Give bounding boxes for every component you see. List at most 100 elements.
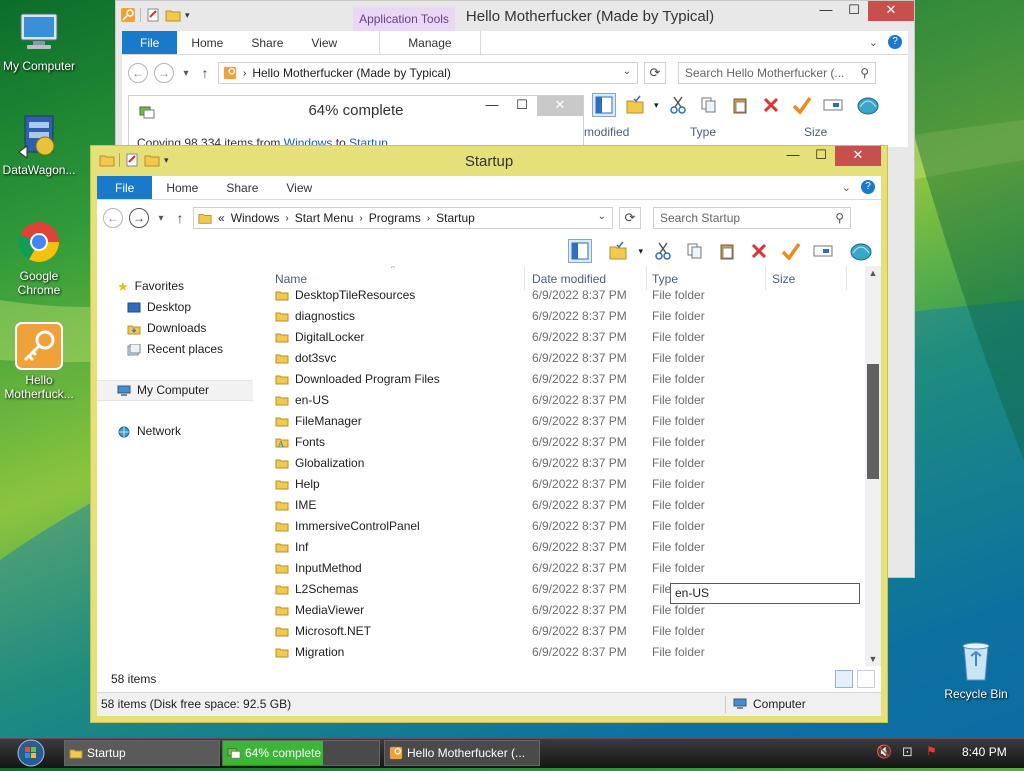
desktop-icon-hello-app[interactable]: Hello Motherfuck...	[0, 322, 78, 401]
volume-muted-icon[interactable]: 🔇	[876, 744, 892, 760]
help-icon[interactable]: ?	[861, 180, 875, 194]
scroll-down-icon[interactable]: ▼	[865, 654, 881, 664]
network-alert-icon[interactable]: ⊡	[902, 744, 913, 760]
maximize-button[interactable]: ☐	[807, 146, 835, 166]
table-row[interactable]: Inf 6/9/2022 8:37 PM File folder	[269, 537, 865, 558]
cut-icon[interactable]	[666, 93, 690, 117]
maximize-button[interactable]: ☐	[840, 1, 868, 21]
start-button[interactable]	[12, 738, 50, 768]
taskbar-button-hello[interactable]: Hello Motherfucker (...	[384, 740, 540, 766]
breadcrumb-startup[interactable]: Startup	[436, 211, 475, 225]
large-icons-view-button[interactable]	[857, 670, 875, 688]
up-button[interactable]: ↑	[198, 65, 212, 81]
breadcrumb-programs[interactable]: Programs	[369, 211, 421, 225]
select-icon[interactable]	[623, 93, 647, 117]
nav-desktop[interactable]: Desktop	[97, 297, 259, 318]
table-row[interactable]: DesktopTileResources 6/9/2022 8:37 PM File…	[269, 285, 865, 306]
tab-file[interactable]: File	[122, 31, 178, 54]
chevron-down-icon[interactable]: ▾	[638, 246, 643, 257]
preview-pane-icon[interactable]	[592, 93, 616, 117]
table-row[interactable]: Globalization 6/9/2022 8:37 PM File folder	[269, 453, 865, 474]
action-center-icon[interactable]: ⚑	[926, 744, 937, 758]
minimize-button[interactable]: —	[477, 96, 507, 116]
copy-icon[interactable]	[683, 239, 707, 263]
table-row[interactable]: en-US 6/9/2022 8:37 PM File folder	[269, 390, 865, 411]
chevron-down-icon[interactable]: ▾	[185, 10, 190, 21]
column-header-size[interactable]: Size	[804, 125, 827, 139]
paste-icon[interactable]	[715, 239, 739, 263]
vertical-scrollbar[interactable]: ▲ ▼	[865, 266, 881, 666]
chevron-down-icon[interactable]: ▾	[654, 100, 659, 111]
close-button[interactable]: ✕	[537, 96, 583, 116]
address-dropdown-icon[interactable]: ⌄	[623, 66, 631, 77]
tab-home[interactable]: Home	[152, 176, 212, 199]
forward-button[interactable]: →	[154, 63, 174, 83]
taskbar-button-progress[interactable]: 64% complete	[222, 740, 380, 766]
checkmark-icon[interactable]	[790, 93, 814, 117]
nav-downloads[interactable]: Downloads	[97, 318, 259, 339]
tab-view[interactable]: View	[272, 176, 326, 199]
help-icon[interactable]: ?	[888, 35, 902, 49]
column-header-date[interactable]: Date modified	[532, 272, 606, 286]
tab-home[interactable]: Home	[177, 31, 237, 54]
delete-icon[interactable]	[747, 239, 771, 263]
rename-icon[interactable]	[811, 239, 835, 263]
recent-locations-icon[interactable]: ▾	[155, 213, 167, 224]
table-row[interactable]: Downloaded Program Files 6/9/2022 8:37 PM…	[269, 369, 865, 390]
table-row[interactable]: Migration 6/9/2022 8:37 PM File folder	[269, 642, 865, 663]
refresh-button[interactable]: ⟳	[619, 207, 641, 229]
scrollbar-thumb[interactable]	[867, 364, 879, 479]
up-button[interactable]: ↑	[173, 210, 187, 226]
column-header-type[interactable]: Type	[652, 272, 678, 286]
rename-icon[interactable]	[821, 93, 845, 117]
breadcrumb-separator-icon[interactable]: ›	[285, 213, 288, 224]
table-row[interactable]: ImmersiveControlPanel 6/9/2022 8:37 PM Fil…	[269, 516, 865, 537]
nav-network[interactable]: Network	[97, 421, 259, 442]
shell-icon[interactable]	[856, 93, 880, 117]
taskbar-button-startup[interactable]: Startup	[64, 740, 220, 766]
checkmark-icon[interactable]	[779, 239, 803, 263]
expand-ribbon-icon[interactable]: ⌄	[842, 181, 851, 194]
table-row[interactable]: IME 6/9/2022 8:37 PM File folder	[269, 495, 865, 516]
address-dropdown-icon[interactable]: ⌄	[598, 211, 606, 222]
breadcrumb-windows[interactable]: Windows	[231, 211, 280, 225]
forward-button[interactable]: →	[129, 208, 149, 228]
desktop-icon-my-computer[interactable]: My Computer	[0, 8, 78, 73]
refresh-button[interactable]: ⟳	[644, 62, 666, 84]
expand-ribbon-icon[interactable]: ⌄	[869, 36, 878, 49]
maximize-button[interactable]: ☐	[507, 96, 537, 116]
address-bar[interactable]: « Windows › Start Menu › Programs › Star…	[193, 207, 613, 229]
shell-icon[interactable]	[849, 239, 873, 263]
nav-my-computer[interactable]: My Computer	[97, 380, 253, 401]
table-row[interactable]: Microsoft.NET 6/9/2022 8:37 PM File folder	[269, 621, 865, 642]
copy-icon[interactable]	[697, 93, 721, 117]
clock[interactable]: 8:40 PM	[962, 745, 1007, 759]
title-bar[interactable]: ▾ Hello Motherfucker (Made by Typical) —…	[116, 1, 914, 31]
nav-recent-places[interactable]: Recent places	[97, 339, 259, 360]
explorer-window-startup[interactable]: ▾ Startup — ☐ ✕ File Home Share View ⌄ ?…	[90, 145, 888, 723]
table-row[interactable]: DigitalLocker 6/9/2022 8:37 PM File folder	[269, 327, 865, 348]
tab-view[interactable]: View	[297, 31, 351, 54]
minimize-button[interactable]: —	[812, 1, 840, 21]
column-header-modified[interactable]: modified	[584, 125, 629, 139]
minimize-button[interactable]: —	[779, 146, 807, 166]
column-header-type[interactable]: Type	[690, 125, 716, 139]
tab-manage[interactable]: Manage	[379, 31, 481, 54]
desktop-icon-datawagon[interactable]: DataWagon...	[0, 112, 78, 177]
search-input[interactable]: Search Startup ⚲	[653, 207, 851, 229]
tab-share[interactable]: Share	[212, 176, 272, 199]
table-row[interactable]: A Fonts 6/9/2022 8:37 PM File folder	[269, 432, 865, 453]
select-icon[interactable]	[606, 239, 630, 263]
breadcrumb-overflow[interactable]: «	[218, 211, 225, 225]
cut-icon[interactable]	[651, 239, 675, 263]
table-row[interactable]: FileManager 6/9/2022 8:37 PM File folder	[269, 411, 865, 432]
scroll-up-icon[interactable]: ▲	[865, 268, 881, 278]
desktop-icon-google-chrome[interactable]: Google Chrome	[0, 218, 78, 297]
title-bar[interactable]: ▾ Startup — ☐ ✕	[97, 146, 881, 176]
breadcrumb-separator-icon[interactable]: ›	[427, 213, 430, 224]
table-row[interactable]: InputMethod 6/9/2022 8:37 PM File folder	[269, 558, 865, 579]
breadcrumb-separator-icon[interactable]: ›	[359, 213, 362, 224]
breadcrumb-start-menu[interactable]: Start Menu	[295, 211, 354, 225]
details-view-button[interactable]	[835, 670, 853, 688]
column-header-name[interactable]: Name	[275, 272, 307, 286]
